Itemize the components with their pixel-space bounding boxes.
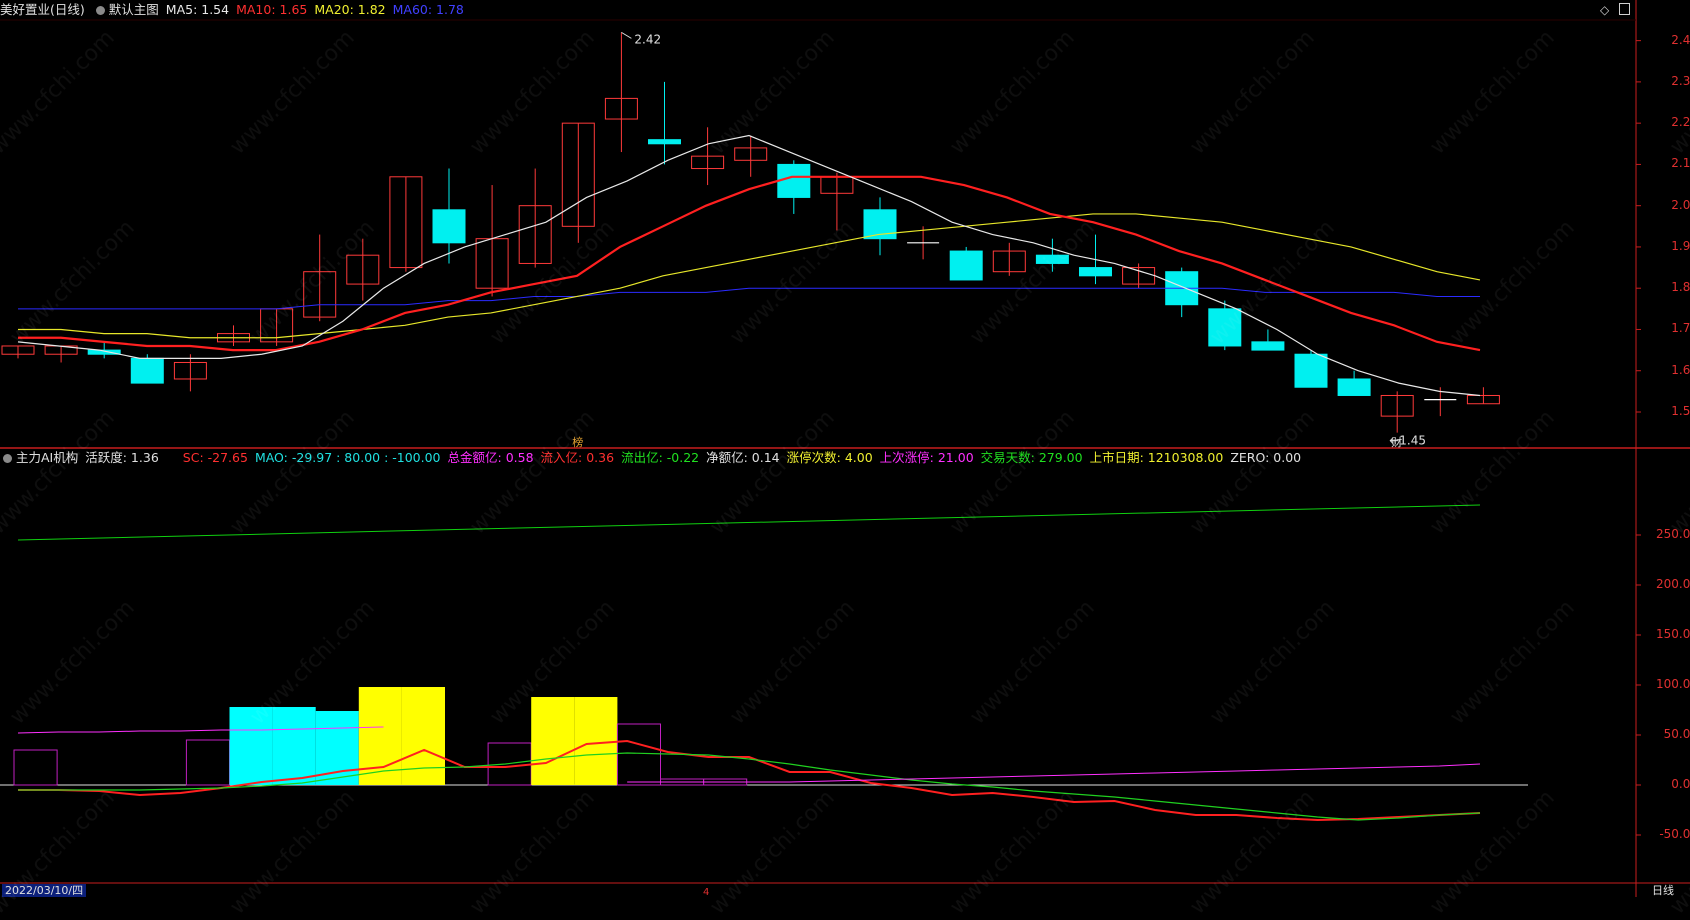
main-chart-header: 美好置业(日线) 默认主图 MA5: 1.54 MA10: 1.65 MA20: 1.8… bbox=[0, 0, 471, 20]
indicator-bar bbox=[272, 707, 316, 785]
listing-date-label: 上市日期: 1210308.00 bbox=[1089, 450, 1224, 465]
down-candle bbox=[130, 357, 164, 384]
indicator-header: 主力AI机构 活跃度: 1.36 SC: -27.65 MAO: -29.97 : 8… bbox=[0, 448, 1308, 468]
window-controls: ◇ bbox=[1600, 3, 1631, 17]
ma5-line bbox=[17, 134, 1481, 397]
template-dropdown-icon[interactable] bbox=[95, 6, 105, 15]
indicator-dropdown-icon[interactable] bbox=[3, 454, 12, 463]
high-pointer bbox=[621, 31, 632, 39]
stock-title[interactable]: 美好置业(日线) bbox=[0, 2, 85, 17]
indicator-bar-outline bbox=[616, 723, 662, 786]
diamond-icon[interactable]: ◇ bbox=[1600, 3, 1609, 17]
price-tick-label: 2.00 bbox=[1671, 197, 1690, 212]
price-tick-label: 1.50 bbox=[1671, 403, 1690, 418]
indicator-tick-label: 50.00 bbox=[1663, 727, 1690, 741]
down-candle bbox=[432, 209, 466, 244]
indicator-tick-label: 0.00 bbox=[1671, 777, 1690, 791]
price-tick-label: 2.30 bbox=[1671, 73, 1690, 88]
activity-label: 活跃度: 1.36 bbox=[85, 450, 159, 465]
price-tick-label: 1.60 bbox=[1671, 362, 1690, 377]
outflow-label: 流出亿: -0.22 bbox=[621, 450, 700, 465]
ma60-label: MA60: 1.78 bbox=[392, 2, 464, 17]
indicator-bar bbox=[401, 687, 445, 785]
cai-marker: 财 bbox=[1391, 435, 1402, 449]
down-candle bbox=[777, 163, 811, 198]
template-label[interactable]: 默认主图 bbox=[109, 2, 159, 17]
ma20-label: MA20: 1.82 bbox=[314, 2, 386, 17]
down-candle bbox=[1251, 341, 1285, 351]
indicator-bar bbox=[574, 697, 618, 785]
price-tick-label: 2.40 bbox=[1671, 32, 1690, 47]
ma5-label: MA5: 1.54 bbox=[165, 2, 230, 17]
indicator-tick-label: 200.00 bbox=[1656, 577, 1690, 591]
indicator-tick-label: -50.00 bbox=[1659, 827, 1690, 841]
down-candle bbox=[648, 139, 681, 145]
price-tick-label: 1.70 bbox=[1671, 321, 1690, 336]
restore-icon[interactable] bbox=[1619, 3, 1631, 15]
down-candle bbox=[1294, 353, 1328, 388]
inflow-line bbox=[627, 763, 1481, 783]
indicator-bar bbox=[531, 697, 575, 785]
down-candle bbox=[949, 250, 983, 281]
indicator-bar-outline bbox=[13, 749, 58, 786]
down-candle bbox=[1079, 267, 1112, 277]
ma10-label: MA10: 1.65 bbox=[236, 2, 308, 17]
indicator-tick-label: 150.00 bbox=[1656, 627, 1690, 641]
price-tick-label: 1.90 bbox=[1671, 238, 1690, 253]
high-price-label: 2.42 bbox=[634, 32, 661, 46]
down-candle bbox=[1337, 378, 1371, 396]
price-tick-label: 1.80 bbox=[1671, 280, 1690, 295]
total-amount-label: 总金额亿: 0.58 bbox=[447, 450, 534, 465]
indicator-tick-label: 100.00 bbox=[1656, 677, 1690, 691]
last-limit-up-label: 上次涨停: 21.00 bbox=[879, 450, 974, 465]
sc-label: SC: -27.65 bbox=[182, 450, 248, 465]
indicator-bar-outline bbox=[185, 739, 230, 786]
